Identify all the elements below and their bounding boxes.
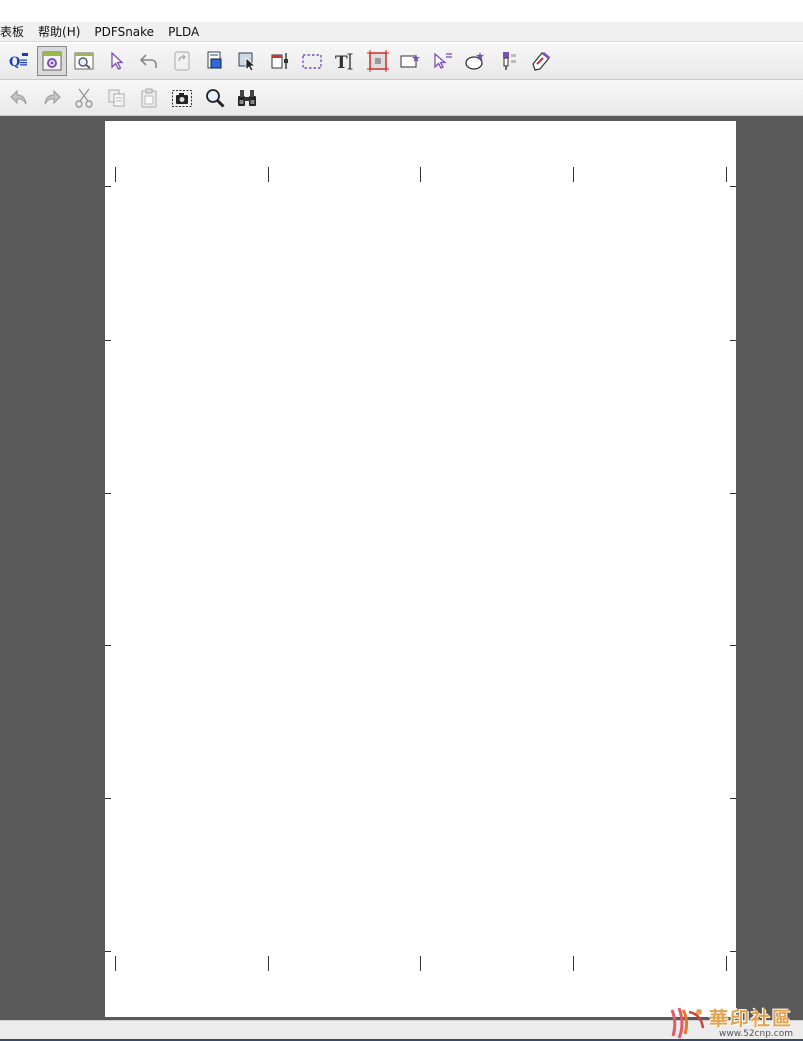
copy-icon (108, 89, 125, 106)
select-object-button[interactable] (232, 46, 262, 76)
top-tick-mark (726, 167, 727, 182)
left-tick-mark (105, 798, 111, 799)
undo-arrow-button[interactable] (134, 46, 164, 76)
cut-icon (75, 88, 93, 108)
dashed-selection-button[interactable] (297, 46, 327, 76)
redo-icon (44, 89, 61, 104)
snapshot-icon (171, 89, 192, 107)
menu-item-pdfsnake[interactable]: PDFSnake (87, 23, 161, 41)
bottom-tick-mark (268, 956, 269, 971)
copy-button[interactable] (102, 83, 132, 113)
top-tick-mark (420, 167, 421, 182)
text-tool-button[interactable]: T (330, 46, 360, 76)
watermark-title: 華印社區 (709, 1008, 794, 1030)
left-tick-mark (105, 340, 111, 341)
sparkle-object-icon (465, 52, 485, 70)
pointer-arrow-icon (111, 51, 124, 70)
right-tick-mark (730, 645, 736, 646)
snapshot-button[interactable] (167, 83, 197, 113)
qt-designer-button[interactable]: Q ≡ (4, 46, 34, 76)
dropper-tool-icon (502, 52, 516, 70)
script-edit-icon (531, 52, 550, 71)
document-page[interactable] (105, 121, 736, 1017)
find-button[interactable] (200, 83, 230, 113)
dashed-selection-icon (302, 54, 323, 69)
select-object-icon (238, 52, 257, 72)
binoculars-icon (238, 89, 257, 106)
watermark-text: 華印社區 www.52cnp.com (709, 1009, 793, 1040)
right-tick-mark (730, 951, 736, 952)
settings-panel-icon (42, 51, 62, 71)
document-workspace[interactable] (0, 116, 803, 1020)
undo-icon (10, 89, 27, 104)
menu-item-help[interactable]: 帮助(H) (31, 23, 87, 41)
page-preview-button[interactable] (200, 46, 230, 76)
pointer-tool-button[interactable] (102, 46, 132, 76)
redo-button[interactable] (37, 83, 67, 113)
page-rotate-button[interactable] (167, 46, 197, 76)
edit-toolbar (0, 80, 803, 116)
menu-item-panel[interactable]: 表板 (0, 23, 31, 41)
page-preview-icon (207, 51, 222, 69)
qt-designer-icon: Q ≡ (9, 53, 28, 70)
cut-button[interactable] (69, 83, 99, 113)
watermark-logo-icon (670, 1007, 705, 1039)
right-tick-mark (730, 186, 736, 187)
top-tick-mark (573, 167, 574, 182)
right-tick-mark (730, 493, 736, 494)
main-toolbar: Q ≡ T (0, 43, 803, 80)
left-tick-mark (105, 493, 111, 494)
bottom-tick-mark (726, 956, 727, 971)
left-tick-mark (105, 951, 111, 952)
add-box-icon (400, 54, 421, 68)
paste-icon (141, 88, 157, 107)
right-tick-mark (730, 340, 736, 341)
svg-text:T: T (335, 53, 348, 72)
paste-button[interactable] (134, 83, 164, 113)
page-adjust-icon (271, 53, 288, 69)
magnifier-icon (205, 88, 225, 108)
add-box-button[interactable] (395, 46, 425, 76)
menu-bar: 表板 帮助(H) PDFSnake PLDA (0, 22, 803, 42)
zoom-page-button[interactable] (69, 46, 99, 76)
crop-marks-button[interactable] (363, 46, 393, 76)
page-adjust-button[interactable] (265, 46, 295, 76)
window-top-strip (0, 0, 803, 22)
top-tick-mark (115, 167, 116, 182)
menu-item-plda[interactable]: PLDA (161, 23, 206, 41)
crop-marks-icon (366, 50, 389, 72)
bottom-tick-mark (573, 956, 574, 971)
dropper-tool-button[interactable] (493, 46, 523, 76)
left-tick-mark (105, 186, 111, 187)
undo-arrow-icon (140, 54, 158, 68)
undo-button[interactable] (4, 83, 34, 113)
watermark: 華印社區 www.52cnp.com (669, 1002, 801, 1040)
multi-select-icon (434, 52, 452, 69)
top-tick-mark (268, 167, 269, 182)
search-button[interactable] (232, 83, 262, 113)
watermark-url: www.52cnp.com (718, 1029, 794, 1039)
bottom-tick-mark (420, 956, 421, 971)
zoom-page-icon (74, 52, 94, 70)
left-tick-mark (105, 645, 111, 646)
text-tool-icon: T (335, 53, 353, 72)
settings-panel-button[interactable] (36, 46, 67, 76)
right-tick-mark (730, 798, 736, 799)
page-rotate-icon (174, 51, 190, 71)
bottom-tick-mark (115, 956, 116, 971)
sparkle-object-button[interactable] (460, 46, 490, 76)
script-edit-button[interactable] (526, 46, 556, 76)
svg-text:≡: ≡ (19, 56, 28, 69)
multi-select-button[interactable] (428, 46, 458, 76)
